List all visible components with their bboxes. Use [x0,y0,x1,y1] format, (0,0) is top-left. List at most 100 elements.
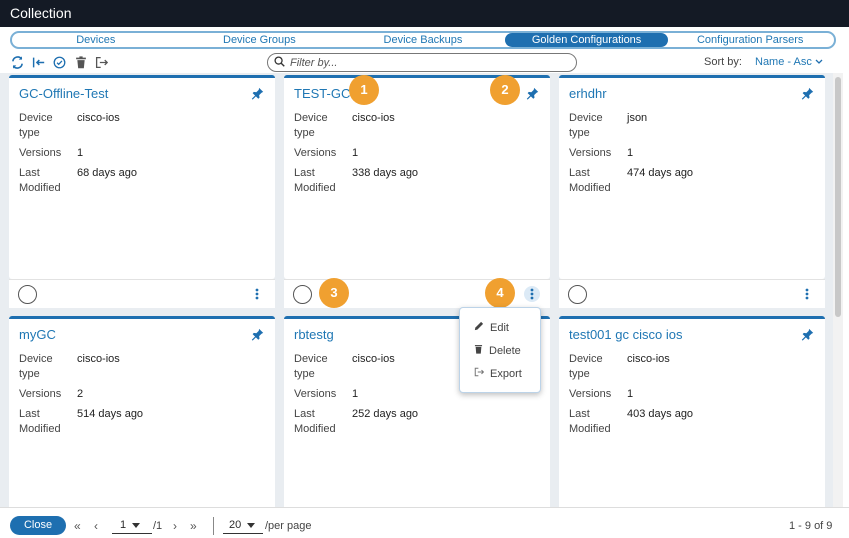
more-options-icon[interactable] [249,286,265,302]
filter-input[interactable] [290,56,560,69]
sort-dropdown[interactable]: Name - Asc [755,56,823,68]
import-icon[interactable] [31,55,46,70]
versions-value: 1 [627,147,634,159]
device-type-label: Device type [294,353,328,380]
range-label: 1 - 9 of 9 [789,520,833,532]
device-type-label: Device type [569,353,603,380]
versions-label: Versions [569,147,612,159]
last-modified-label: Last Modified [19,167,61,194]
more-options-icon[interactable] [799,286,815,302]
card-footer [559,279,825,308]
versions-label: Versions [569,388,612,400]
device-type-value: cisco-ios [77,112,120,124]
device-type-label: Device type [19,112,53,139]
card-footer [9,279,275,308]
tab-device-backups[interactable]: Device Backups [341,33,505,47]
refresh-icon[interactable] [10,55,25,70]
device-type-value: cisco-ios [77,353,120,365]
card-title[interactable]: test001 gc cisco ios [569,327,682,342]
first-page-icon[interactable]: « [74,519,81,533]
scrollbar-thumb[interactable] [835,77,841,317]
callout-badge: 3 [319,278,349,308]
pin-icon[interactable] [801,87,815,101]
tab-configuration-parsers[interactable]: Configuration Parsers [668,33,832,47]
select-all-icon[interactable] [52,55,67,70]
prev-page-icon[interactable]: ‹ [94,519,98,533]
last-modified-label: Last Modified [569,408,611,435]
device-type-value: cisco-ios [352,112,395,124]
device-type-label: Device type [569,112,603,139]
more-options-icon[interactable] [524,286,540,302]
card-title[interactable]: myGC [19,327,56,342]
callout-badge: 4 [485,278,515,308]
versions-value: 1 [352,147,359,159]
config-card: TEST-GC Device type cisco-ios Versions 1 La… [284,75,550,279]
chevron-down-icon [815,56,823,68]
card-title[interactable]: TEST-GC [294,86,350,101]
page-size-value: 20 [229,519,242,531]
last-modified-label: Last Modified [294,408,336,435]
last-modified-value: 252 days ago [352,408,419,420]
delete-icon[interactable] [73,55,88,70]
page-total: /1 [153,520,163,532]
card-grid: GC-Offline-Test Device type cisco-ios Vers… [0,73,833,507]
pin-icon[interactable] [251,328,265,342]
page-size-select[interactable]: 20 [223,517,263,534]
export-icon[interactable] [94,55,109,70]
versions-value: 1 [352,388,359,400]
tab-bar: Devices Device Groups Device Backups Gol… [10,31,836,49]
next-page-icon[interactable]: › [173,519,177,533]
page-select[interactable]: 1 [112,517,152,534]
menu-item-delete[interactable]: Delete [474,344,521,357]
tab-golden-configurations[interactable]: Golden Configurations [504,33,669,47]
context-menu: Edit Delete Export [459,307,541,393]
select-radio[interactable] [568,285,587,304]
config-card: GC-Offline-Test Device type cisco-ios Vers… [9,75,275,279]
window-title: Collection [0,0,849,27]
menu-item-export[interactable]: Export [474,367,522,380]
last-modified-label: Last Modified [569,167,611,194]
last-modified-value: 338 days ago [352,167,419,179]
pin-icon[interactable] [251,87,265,101]
card-title[interactable]: erhdhr [569,86,607,101]
tab-device-groups[interactable]: Device Groups [178,33,342,47]
device-type-label: Device type [19,353,53,380]
last-modified-value: 403 days ago [627,408,694,420]
card-properties: Device type cisco-ios Versions 1 Last Modifi… [569,352,693,442]
device-type-value: json [627,112,648,124]
toolbar [10,54,109,70]
pin-icon[interactable] [801,328,815,342]
versions-value: 1 [627,388,634,400]
card-title[interactable]: rbtestg [294,327,334,342]
chevron-down-icon [247,519,256,531]
versions-label: Versions [19,147,62,159]
scrollbar[interactable] [833,73,843,507]
card-title[interactable]: GC-Offline-Test [19,86,108,101]
config-card: erhdhr Device type json Versions 1 Last Modi… [559,75,825,279]
last-modified-value: 68 days ago [77,167,137,179]
search-icon [274,54,285,72]
config-card: myGC Device type cisco-ios Versions 2 Last M… [9,316,275,507]
pin-icon[interactable] [526,87,540,101]
last-page-icon[interactable]: » [190,519,197,533]
sort-value: Name - Asc [755,56,812,68]
edit-icon [474,321,484,334]
card-properties: Device type cisco-ios Versions 1 Last Modifi… [294,111,418,201]
page-current: 1 [120,519,127,531]
select-radio[interactable] [293,285,312,304]
callout-badge: 1 [349,75,379,105]
menu-item-edit[interactable]: Edit [474,321,509,334]
close-button[interactable]: Close [10,516,66,535]
footer: Close « ‹ 1 /1 › » 20 /per page 1 - 9 of… [0,507,849,538]
versions-label: Versions [294,147,337,159]
device-type-value: cisco-ios [627,353,670,365]
callout-badge: 2 [490,75,520,105]
tab-devices[interactable]: Devices [14,33,178,47]
versions-value: 2 [77,388,84,400]
per-page-label: /per page [265,520,312,532]
last-modified-value: 514 days ago [77,408,144,420]
select-radio[interactable] [18,285,37,304]
versions-value: 1 [77,147,84,159]
card-properties: Device type cisco-ios Versions 1 Last Modifi… [19,111,137,201]
device-type-label: Device type [294,112,328,139]
